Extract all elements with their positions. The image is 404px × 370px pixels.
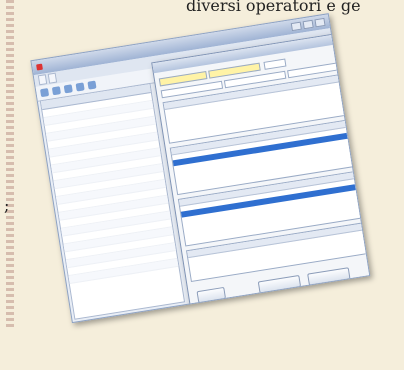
toolbar-icon-2[interactable] xyxy=(51,86,61,96)
side-glyph: ; xyxy=(4,196,10,215)
close-button[interactable] xyxy=(314,17,326,28)
toolbar-icon-4[interactable] xyxy=(75,82,85,92)
detail-dialog xyxy=(151,32,371,312)
main-window xyxy=(30,13,371,324)
dialog-button-1[interactable] xyxy=(196,286,227,304)
minimize-button[interactable] xyxy=(290,21,302,32)
field-3[interactable] xyxy=(263,58,287,70)
toolbar-icon-3[interactable] xyxy=(63,84,73,94)
tab-2[interactable] xyxy=(47,72,58,84)
dialog-button-3[interactable] xyxy=(307,267,351,286)
maximize-button[interactable] xyxy=(302,19,314,30)
toolbar-icon-1[interactable] xyxy=(39,88,50,98)
dialog-button-2[interactable] xyxy=(257,274,302,294)
app-icon xyxy=(36,63,43,71)
screenshot xyxy=(0,0,404,370)
toolbar-icon-5[interactable] xyxy=(87,80,97,90)
tab-1[interactable] xyxy=(37,74,48,86)
